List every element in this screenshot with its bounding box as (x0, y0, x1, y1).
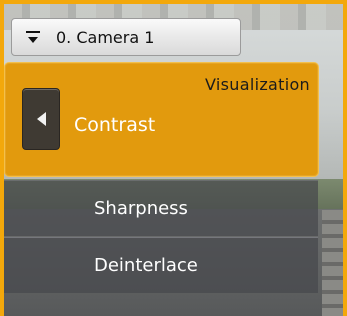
current-setting-label[interactable]: Contrast (74, 114, 155, 136)
menu-header: Visualization Contrast (4, 62, 319, 177)
triangle-left-icon (36, 112, 46, 126)
menu-title: Visualization (205, 75, 310, 94)
menu-item-label: Deinterlace (94, 255, 198, 276)
camera-select-button[interactable]: 0. Camera 1 (11, 18, 241, 56)
back-button[interactable] (22, 88, 60, 150)
visualization-menu: Visualization Contrast Sharpness Deinter… (4, 62, 319, 293)
menu-dropdown-icon (26, 31, 40, 43)
menu-item-deinterlace[interactable]: Deinterlace (4, 237, 318, 293)
camera-feed-building-wing (322, 210, 343, 316)
menu-item-label: Sharpness (94, 198, 188, 219)
menu-item-sharpness[interactable]: Sharpness (4, 180, 318, 236)
camera-name: 0. Camera 1 (56, 27, 155, 47)
